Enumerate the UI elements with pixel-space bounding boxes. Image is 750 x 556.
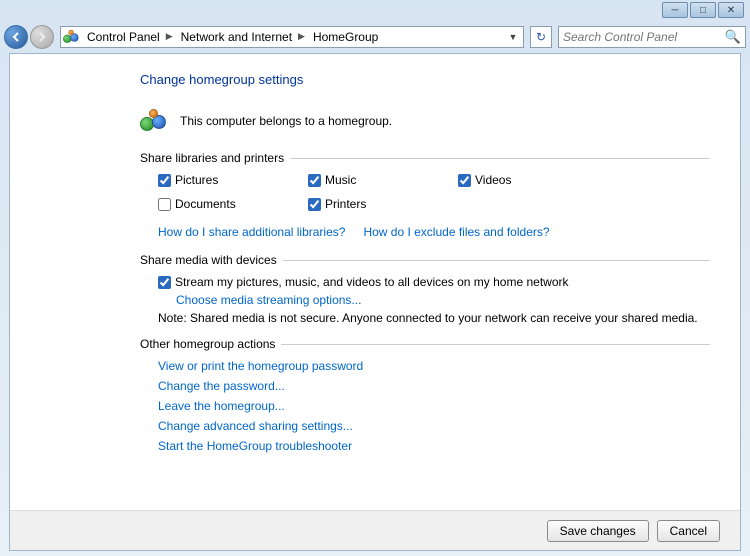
close-button[interactable]: ✕ (718, 2, 744, 18)
checkbox-videos[interactable]: Videos (458, 173, 608, 187)
search-input[interactable] (563, 30, 725, 44)
section-other-actions: Other homegroup actions (140, 337, 710, 351)
footer: Save changes Cancel (10, 510, 740, 550)
arrow-left-icon (10, 31, 22, 43)
link-advanced-sharing[interactable]: Change advanced sharing settings... (158, 419, 353, 433)
content-pane: Change homegroup settings This computer … (9, 53, 741, 551)
checkbox-label: Documents (175, 197, 236, 211)
checkbox-input[interactable] (458, 174, 471, 187)
link-troubleshooter[interactable]: Start the HomeGroup troubleshooter (158, 439, 352, 453)
checkbox-input[interactable] (308, 174, 321, 187)
cancel-button[interactable]: Cancel (657, 520, 720, 542)
section-label: Share libraries and printers (140, 151, 284, 165)
close-icon: ✕ (727, 5, 735, 16)
link-leave-homegroup[interactable]: Leave the homegroup... (158, 399, 285, 413)
homegroup-icon (63, 29, 81, 45)
refresh-icon: ↻ (536, 30, 546, 44)
checkbox-stream[interactable]: Stream my pictures, music, and videos to… (158, 275, 710, 289)
breadcrumb-root[interactable]: Control Panel ▶ (83, 27, 177, 47)
titlebar: ─ □ ✕ (0, 0, 750, 20)
maximize-button[interactable]: □ (690, 2, 716, 18)
minimize-button[interactable]: ─ (662, 2, 688, 18)
address-dropdown[interactable]: ▼ (505, 32, 521, 42)
status-text: This computer belongs to a homegroup. (180, 114, 392, 128)
maximize-icon: □ (700, 5, 706, 16)
link-share-additional[interactable]: How do I share additional libraries? (158, 225, 345, 239)
page-title: Change homegroup settings (140, 72, 710, 87)
checkbox-label: Videos (475, 173, 511, 187)
status-row: This computer belongs to a homegroup. (140, 109, 710, 133)
media-note: Note: Shared media is not secure. Anyone… (140, 311, 710, 325)
checkbox-label: Printers (325, 197, 366, 211)
link-change-password[interactable]: Change the password... (158, 379, 285, 393)
checkbox-label: Stream my pictures, music, and videos to… (175, 275, 569, 289)
checkbox-printers[interactable]: Printers (308, 197, 458, 211)
address-bar[interactable]: Control Panel ▶ Network and Internet ▶ H… (60, 26, 524, 48)
save-button[interactable]: Save changes (547, 520, 649, 542)
nav-forward-button[interactable] (30, 25, 54, 49)
refresh-button[interactable]: ↻ (530, 26, 552, 48)
breadcrumb-network[interactable]: Network and Internet ▶ (177, 27, 309, 47)
arrow-right-icon (36, 31, 48, 43)
breadcrumb-homegroup[interactable]: HomeGroup (309, 27, 382, 47)
checkbox-pictures[interactable]: Pictures (158, 173, 308, 187)
nav-back-button[interactable] (4, 25, 28, 49)
link-exclude-files[interactable]: How do I exclude files and folders? (363, 225, 549, 239)
minimize-icon: ─ (671, 5, 678, 16)
section-share-libraries: Share libraries and printers (140, 151, 710, 165)
section-share-media: Share media with devices (140, 253, 710, 267)
checkbox-input[interactable] (158, 276, 171, 289)
chevron-right-icon: ▶ (298, 31, 305, 42)
search-box[interactable]: 🔍 (558, 26, 746, 48)
chevron-right-icon: ▶ (166, 31, 173, 42)
homegroup-status-icon (140, 109, 168, 133)
section-label: Share media with devices (140, 253, 277, 267)
checkbox-input[interactable] (158, 174, 171, 187)
link-media-options[interactable]: Choose media streaming options... (176, 293, 361, 307)
search-icon: 🔍 (725, 29, 741, 45)
breadcrumb-label: Control Panel (87, 30, 160, 44)
link-view-password[interactable]: View or print the homegroup password (158, 359, 363, 373)
checkbox-documents[interactable]: Documents (158, 197, 308, 211)
checkbox-input[interactable] (158, 198, 171, 211)
checkbox-input[interactable] (308, 198, 321, 211)
section-label: Other homegroup actions (140, 337, 275, 351)
breadcrumb-label: Network and Internet (181, 30, 292, 44)
checkbox-music[interactable]: Music (308, 173, 458, 187)
breadcrumb-label: HomeGroup (313, 30, 378, 44)
checkbox-label: Pictures (175, 173, 218, 187)
nav-bar: Control Panel ▶ Network and Internet ▶ H… (0, 20, 750, 53)
checkbox-label: Music (325, 173, 356, 187)
